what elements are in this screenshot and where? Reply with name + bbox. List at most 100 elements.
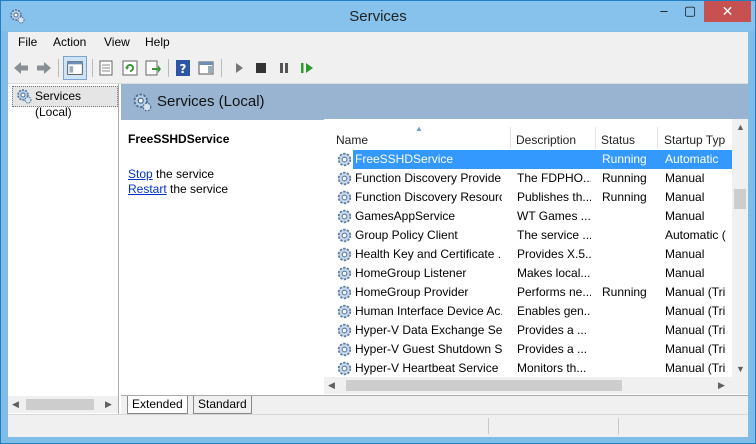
tab-standard[interactable]: Standard [193,396,252,414]
service-name: Hyper-V Heartbeat Service [355,361,499,375]
service-row[interactable]: GamesAppService WT Games ... Manual [324,207,732,226]
export-list-icon[interactable] [144,59,162,77]
service-row[interactable]: Hyper-V Data Exchange Ser... Provides a .… [324,321,732,340]
toolbar-separator [92,59,93,77]
service-startup-type: Manual (Tri [665,285,726,299]
restart-service-text: the service [166,182,229,196]
service-row[interactable]: Health Key and Certificate ... Provides X… [324,245,732,264]
minimize-button[interactable]: – [651,1,677,22]
sort-ascending-icon: ▲ [415,124,423,133]
service-name: HomeGroup Listener [355,266,467,280]
services-gear-icon [17,89,32,104]
service-description: Performs ne... [517,285,591,299]
toolbar-separator [58,59,59,77]
refresh-icon[interactable] [121,59,139,77]
service-row[interactable]: Hyper-V Heartbeat Service Monitors th... M… [324,359,732,377]
column-divider[interactable] [510,127,511,149]
toolbar-separator [221,59,222,77]
service-gear-icon [337,171,352,186]
title-bar[interactable]: Services – ▢ ✕ [1,1,755,31]
service-name: Health Key and Certificate ... [355,247,502,261]
service-row[interactable]: Group Policy Client The service ... Automa… [324,226,732,245]
service-status: Running [602,190,647,204]
service-name: FreeSSHDService [353,150,502,169]
service-name: GamesAppService [355,209,456,223]
service-startup-type: Automatic [665,152,719,166]
column-divider[interactable] [595,127,596,149]
help-icon[interactable]: ? [174,59,192,77]
horizontal-scrollbar[interactable]: ◀ ▶ [324,377,732,394]
stop-service-icon[interactable] [252,59,270,77]
service-row[interactable]: FreeSSHDService Running Automatic [324,150,732,169]
service-description: Provides a ... [517,323,588,337]
service-gear-icon [337,342,352,357]
services-header: Services (Local) [121,84,748,120]
scrollbar-thumb[interactable] [26,399,94,410]
back-arrow-icon[interactable] [12,59,30,77]
scroll-left-arrow-icon[interactable]: ◀ [328,380,335,391]
forward-arrow-icon[interactable] [35,59,53,77]
maximize-button[interactable]: ▢ [677,1,703,22]
properties-icon[interactable] [97,59,115,77]
stop-service-line: Stop the service [128,167,214,181]
menu-file[interactable]: File [18,35,37,49]
scroll-up-arrow-icon[interactable]: ▲ [736,122,745,132]
restart-service-icon[interactable] [298,59,316,77]
scrollbar-thumb[interactable] [346,380,622,391]
service-startup-type: Manual (Tri [665,304,726,318]
restart-service-link[interactable]: Restart [128,182,167,196]
scroll-right-arrow-icon[interactable]: ▶ [105,399,112,410]
show-hide-console-tree-icon[interactable] [63,56,87,80]
service-row[interactable]: Function Discovery Resourc... Publishes t… [324,188,732,207]
vertical-scrollbar[interactable]: ▲ ▼ [732,119,748,377]
scrollbar-corner [732,377,748,394]
menu-help[interactable]: Help [145,35,170,49]
menu-bar: File Action View Help [8,32,748,53]
tree-item-services-local[interactable]: Services (Local) [12,86,118,119]
menu-action[interactable]: Action [53,35,86,49]
main-area: Services (Local) ◀ ▶ Services (Local) Fr… [8,84,748,415]
column-header-description[interactable]: Description [516,133,576,147]
service-gear-icon [337,266,352,281]
close-button[interactable]: ✕ [704,1,751,22]
stop-service-link[interactable]: Stop [128,167,153,181]
service-gear-icon [337,209,352,224]
scroll-right-arrow-icon[interactable]: ▶ [718,380,725,391]
service-gear-icon [337,304,352,319]
service-name: Function Discovery Provide... [355,171,502,185]
pause-service-icon[interactable] [275,59,293,77]
service-name: Group Policy Client [355,228,458,242]
start-service-icon[interactable] [230,59,248,77]
restart-service-line: Restart the service [128,182,228,196]
scrollbar-thumb[interactable] [734,189,746,209]
service-description: Provides a ... [517,342,588,356]
scroll-down-arrow-icon[interactable]: ▼ [736,364,745,374]
show-action-pane-icon[interactable] [197,59,215,77]
status-divider [488,418,489,434]
column-header-name[interactable]: Name [336,133,368,147]
service-description: Monitors th... [517,361,587,375]
status-divider [618,418,619,434]
column-header-status[interactable]: Status [601,133,635,147]
service-status: Running [602,171,647,185]
column-header-startup-type[interactable]: Startup Typ [664,133,725,147]
service-startup-type: Manual (Tri [665,342,726,356]
service-row[interactable]: Hyper-V Guest Shutdown S... Provides a ..… [324,340,732,359]
service-row[interactable]: Human Interface Device Ac... Enables gen.… [324,302,732,321]
service-row[interactable]: HomeGroup Provider Performs ne... Running M… [324,283,732,302]
service-row[interactable]: HomeGroup Listener Makes local... Manual [324,264,732,283]
service-description: The service ... [517,228,591,242]
services-list: ▲ Name Description Status Startup Typ Fr… [324,119,748,395]
tab-extended[interactable]: Extended [127,396,188,414]
toolbar-separator [168,59,169,77]
service-description: WT Games ... [517,209,591,223]
toolbar: ? [8,53,748,84]
service-row[interactable]: Function Discovery Provide... The FDPHO..… [324,169,732,188]
scroll-left-arrow-icon[interactable]: ◀ [12,399,19,410]
tree-horizontal-scrollbar[interactable]: ◀ ▶ [8,396,118,413]
menu-view[interactable]: View [104,35,130,49]
status-bar [8,414,748,437]
column-divider[interactable] [657,127,658,149]
tree-item-label: Services (Local) [35,89,82,119]
services-pane: Services (Local) FreeSSHDService Stop th… [121,84,748,415]
